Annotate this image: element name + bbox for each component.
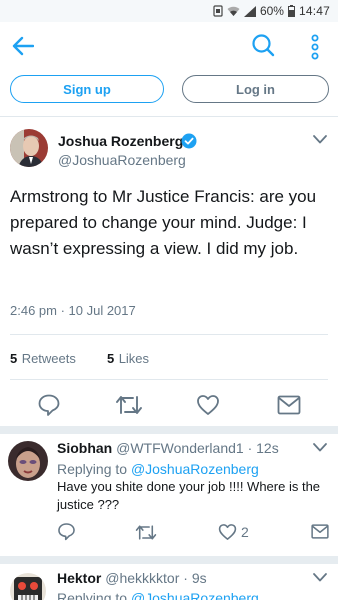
like-icon[interactable]	[218, 523, 237, 541]
battery-percent: 60%	[259, 4, 284, 18]
reply-author-name[interactable]: Hektor	[57, 570, 101, 586]
replying-to-prefix: Replying to	[57, 461, 128, 477]
section-separator	[0, 556, 338, 564]
retweet-icon[interactable]	[115, 393, 143, 417]
replying-to: Replying to @JoshuaRozenberg	[57, 460, 259, 478]
chevron-down-icon[interactable]	[313, 573, 327, 582]
reply-time: · 12s	[247, 440, 279, 456]
sim-icon	[213, 5, 223, 17]
signal-icon	[243, 5, 256, 17]
reply-header: Siobhan @WTFWonderland1 · 12s	[57, 440, 279, 456]
retweets-count: 5	[10, 351, 18, 366]
back-arrow-icon[interactable]	[12, 36, 34, 56]
avatar[interactable]	[10, 129, 48, 167]
status-icons: 60% 14:47	[213, 4, 330, 18]
sign-up-button[interactable]: Sign up	[10, 75, 164, 103]
author-name[interactable]: Joshua Rozenberg	[58, 133, 183, 149]
replying-to-handle[interactable]: @JoshuaRozenberg	[131, 590, 259, 600]
reply-icon[interactable]	[37, 393, 61, 417]
reply-text: Have you shite done your job !!!! Where …	[57, 479, 321, 512]
status-bar: 60% 14:47	[0, 0, 338, 22]
likes-count: 5	[107, 351, 115, 366]
share-icon[interactable]	[277, 395, 301, 415]
log-in-button[interactable]: Log in	[182, 75, 329, 103]
search-icon[interactable]	[251, 33, 275, 57]
reply-author-name[interactable]: Siobhan	[57, 440, 112, 456]
like-action[interactable]: 2	[218, 523, 249, 541]
retweets-stat[interactable]: 5 Retweets	[10, 350, 76, 368]
chevron-down-icon[interactable]	[313, 443, 327, 452]
verified-badge-icon	[181, 133, 197, 149]
share-icon[interactable]	[311, 524, 329, 539]
like-icon[interactable]	[196, 394, 220, 416]
replying-to-prefix: Replying to	[57, 590, 128, 600]
like-count: 2	[241, 524, 249, 540]
chevron-down-icon[interactable]	[313, 135, 327, 144]
divider	[10, 334, 328, 335]
more-vertical-icon[interactable]	[310, 34, 320, 60]
retweets-label: Retweets	[21, 351, 76, 366]
wifi-icon	[227, 6, 240, 17]
likes-label: Likes	[118, 351, 150, 366]
tweet-timestamp[interactable]: 2:46 pm · 10 Jul 2017	[10, 303, 136, 318]
avatar[interactable]	[8, 441, 48, 481]
avatar[interactable]	[10, 573, 46, 600]
likes-stat[interactable]: 5 Likes	[107, 350, 149, 368]
top-app-bar	[0, 22, 338, 72]
reply-time: · 9s	[183, 570, 207, 586]
section-separator	[0, 426, 338, 434]
author-handle[interactable]: @JoshuaRozenberg	[58, 152, 186, 168]
battery-icon	[287, 5, 295, 17]
divider	[10, 379, 328, 380]
divider	[0, 116, 338, 117]
reply-icon[interactable]	[57, 522, 76, 541]
reply-header: Hektor @hekkkktor · 9s	[57, 570, 207, 586]
replying-to-handle[interactable]: @JoshuaRozenberg	[131, 461, 259, 477]
clock: 14:47	[298, 4, 330, 18]
replying-to: Replying to @JoshuaRozenberg	[57, 589, 259, 600]
tweet-text: Armstrong to Mr Justice Francis: are you…	[10, 187, 317, 258]
reply-author-handle[interactable]: @hekkkktor	[105, 570, 179, 586]
reply-author-handle[interactable]: @WTFWonderland1	[116, 440, 244, 456]
retweet-icon[interactable]	[135, 523, 157, 542]
